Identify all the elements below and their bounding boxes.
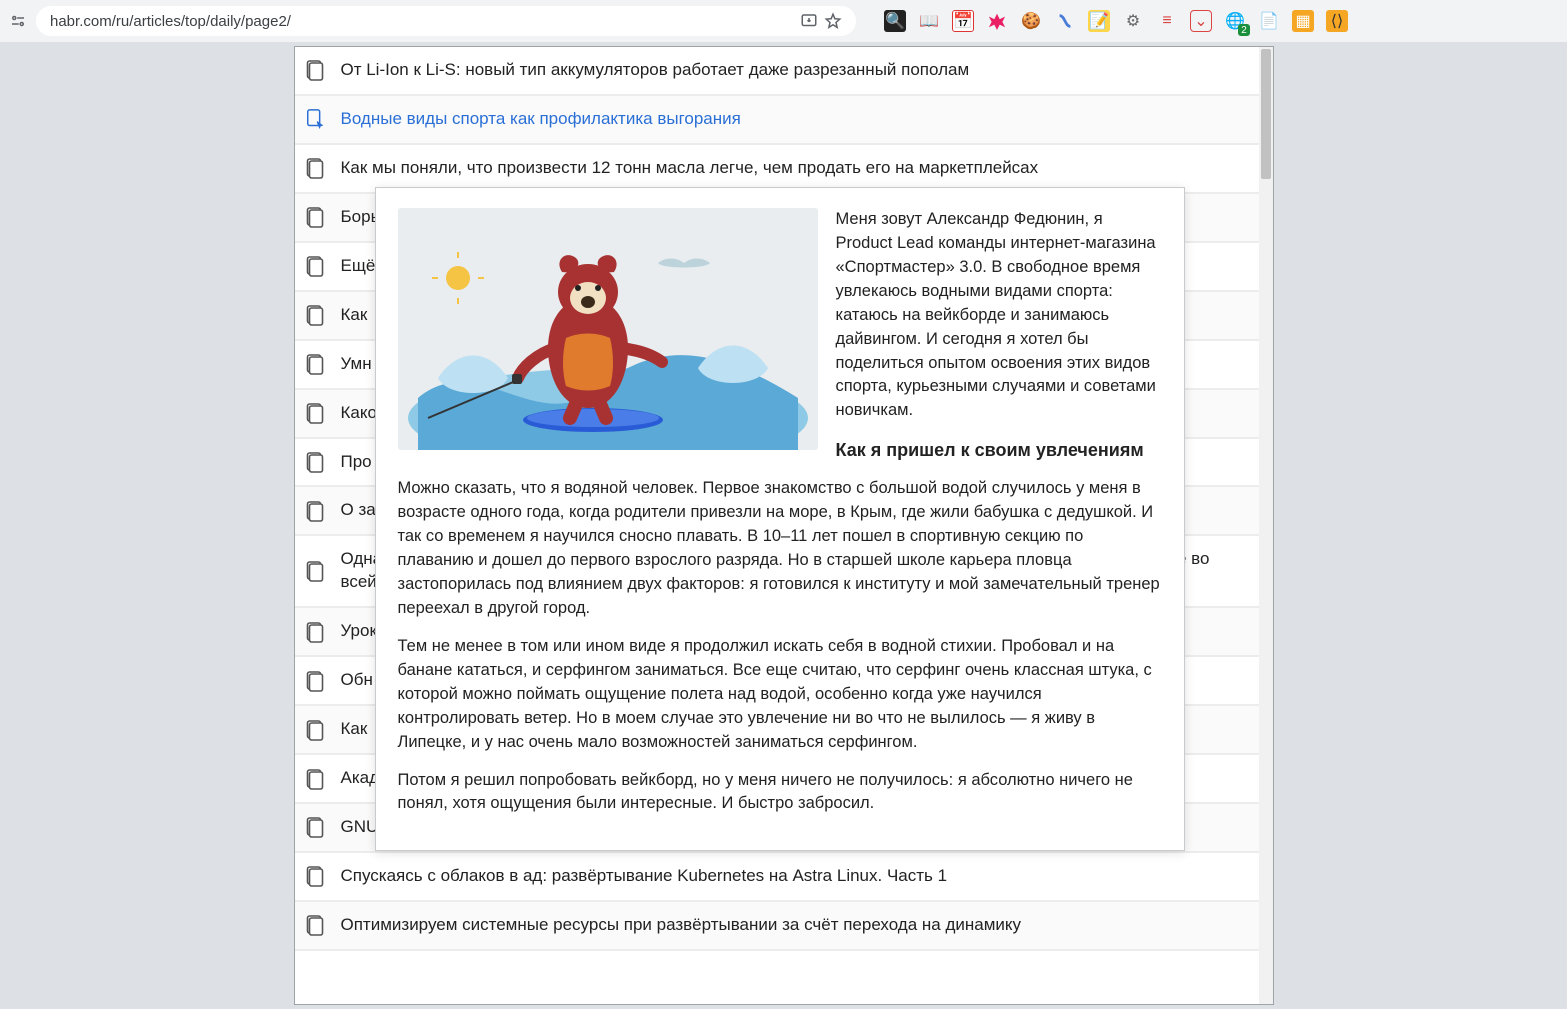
document-icon [305, 206, 325, 228]
ext-icon-6[interactable] [1054, 10, 1076, 32]
ext-icon-8[interactable]: ⚙ [1122, 10, 1144, 32]
article-title: От Li-Ion к Li-S: новый тип аккумуляторо… [341, 59, 970, 82]
article-title: Обн [341, 669, 373, 692]
article-preview-popup: Меня зовут Александр Федюнин, я Product … [375, 187, 1185, 851]
install-app-icon[interactable] [800, 12, 818, 30]
article-title: Урок [341, 620, 377, 643]
ext-icon-13[interactable]: ▦ [1292, 10, 1314, 32]
document-icon [305, 865, 325, 887]
preview-p2: Тем не менее в том или ином виде я продо… [398, 635, 1162, 755]
document-icon [305, 914, 325, 936]
document-icon [305, 670, 325, 692]
scrollbar-track[interactable] [1259, 47, 1273, 1004]
document-icon [305, 768, 325, 790]
article-title: Умн [341, 353, 372, 376]
ext-icon-2[interactable]: 📖 [918, 10, 940, 32]
article-row[interactable]: Оптимизируем системные ресурсы при развё… [295, 902, 1259, 951]
ext-icon-10[interactable]: ⌄ [1190, 10, 1212, 32]
article-title: Акад [341, 767, 380, 790]
document-icon [305, 816, 325, 838]
article-title: Оптимизируем системные ресурсы при развё… [341, 914, 1022, 937]
browser-toolbar: habr.com/ru/articles/top/daily/page2/ 🔍 … [0, 0, 1567, 42]
omnibox[interactable]: habr.com/ru/articles/top/daily/page2/ [36, 6, 856, 36]
article-title: О за [341, 499, 376, 522]
document-icon [305, 500, 325, 522]
page-viewport: От Li-Ion к Li-S: новый тип аккумуляторо… [0, 42, 1567, 1009]
article-title: Како [341, 402, 377, 425]
scrollbar-thumb[interactable] [1261, 49, 1271, 179]
document-icon [305, 402, 325, 424]
article-title: Про [341, 451, 372, 474]
bookmark-star-icon[interactable] [824, 12, 842, 30]
article-row[interactable]: Спускаясь с облаков в ад: развёртывание … [295, 853, 1259, 902]
document-icon [305, 157, 325, 179]
document-icon [305, 451, 325, 473]
preview-illustration [398, 208, 818, 450]
extension-bar: 🔍 📖 📅 🍪 📝 ⚙ ≡ ⌄ 🌐2 📄 ▦ ⟨⟩ [864, 10, 1559, 32]
ext-icon-14[interactable]: ⟨⟩ [1326, 10, 1348, 32]
document-icon [305, 621, 325, 643]
document-icon [305, 255, 325, 277]
article-title: Ещё [341, 255, 376, 278]
document-icon [305, 719, 325, 741]
content-frame: От Li-Ion к Li-S: новый тип аккумуляторо… [294, 46, 1274, 1005]
article-title: Как мы поняли, что произвести 12 тонн ма… [341, 157, 1039, 180]
preview-p1: Можно сказать, что я водяной человек. Пе… [398, 477, 1162, 621]
ext-icon-3[interactable]: 📅 [952, 10, 974, 32]
ext-badge: 2 [1238, 24, 1250, 36]
article-row[interactable]: Водные виды спорта как профилактика выго… [295, 96, 1259, 145]
document-icon [305, 560, 325, 582]
ext-icon-12[interactable]: 📄 [1258, 10, 1280, 32]
document-icon [305, 353, 325, 375]
ext-icon-5[interactable]: 🍪 [1020, 10, 1042, 32]
article-title: Спускаясь с облаков в ад: развёртывание … [341, 865, 948, 888]
omnibox-url: habr.com/ru/articles/top/daily/page2/ [50, 13, 794, 30]
document-icon [305, 304, 325, 326]
article-title: Как [341, 304, 368, 327]
ext-icon-11[interactable]: 🌐2 [1224, 10, 1246, 32]
article-title: Водные виды спорта как профилактика выго… [341, 108, 741, 131]
article-row[interactable]: От Li-Ion к Li-S: новый тип аккумуляторо… [295, 47, 1259, 96]
site-settings-icon[interactable] [8, 11, 28, 31]
document-pointer-icon [305, 108, 325, 130]
article-title: Как [341, 718, 368, 741]
document-icon [305, 59, 325, 81]
ext-icon-1[interactable]: 🔍 [884, 10, 906, 32]
ext-icon-7[interactable]: 📝 [1088, 10, 1110, 32]
ext-icon-4[interactable] [986, 10, 1008, 32]
ext-icon-9[interactable]: ≡ [1156, 10, 1178, 32]
preview-p3: Потом я решил попробовать вейкборд, но у… [398, 769, 1162, 817]
